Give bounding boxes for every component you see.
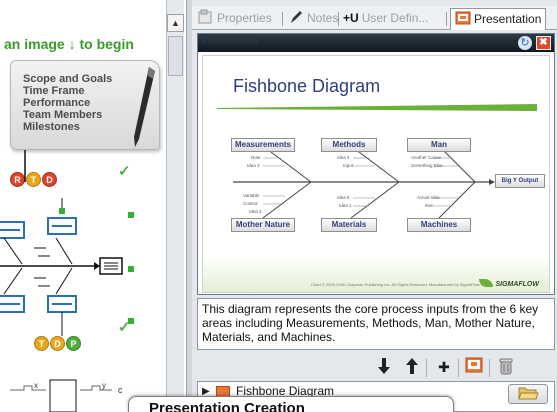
tab-user-defined[interactable]: +U User Defin... <box>343 8 428 30</box>
trash-icon <box>499 358 513 375</box>
category-box: Measurements <box>231 138 295 152</box>
cause-label: Another Cause <box>411 155 442 160</box>
category-box: Man <box>407 138 471 152</box>
cause-label: Something Else <box>411 163 443 168</box>
cause-label: Idea 2 <box>249 209 262 214</box>
charter-item: Scope and Goals <box>23 73 113 85</box>
instruction-text: an image ↓ to begin <box>4 36 134 52</box>
tab-divider <box>282 12 283 26</box>
tab-properties[interactable]: Properties <box>198 8 272 30</box>
tab-divider <box>338 12 339 26</box>
category-box: Materials <box>321 218 377 232</box>
arrow-up-icon <box>406 358 418 374</box>
properties-icon <box>198 9 212 24</box>
folder-open-icon <box>518 387 539 400</box>
arrow-down-icon <box>378 358 390 374</box>
presentation-icon <box>455 11 471 25</box>
tab-presentation[interactable]: Presentation <box>450 8 547 30</box>
cause-label: Input <box>343 163 354 168</box>
sigmaflow-logo: SIGMAFLOW <box>479 279 539 288</box>
flow-label-y: y <box>102 381 106 390</box>
vertical-scrollbar[interactable]: ▲ <box>166 0 184 412</box>
scroll-thumb[interactable] <box>168 36 183 76</box>
presentation-preview: Presentation ↻ ✖ Fishbone Diagram Measur… <box>197 33 555 295</box>
category-box: Machines <box>407 218 471 232</box>
project-charter-thumbnail[interactable]: Scope and Goals Time Frame Performance T… <box>10 60 160 150</box>
cause-label: Control <box>243 201 258 206</box>
charter-item: Performance <box>23 97 91 109</box>
category-box: Mother Nature <box>231 218 295 232</box>
pencil-icon <box>291 11 302 23</box>
cause-label: Actual Idea <box>417 195 440 200</box>
flow-label-c: c <box>118 385 123 395</box>
logo-text: SIGMAFLOW <box>495 281 539 288</box>
bottom-caption-tab: Presentation Creation <box>128 396 454 412</box>
pen-icon <box>134 67 155 147</box>
user-defined-icon: +U <box>343 11 359 25</box>
delete-slide-button[interactable] <box>495 357 517 379</box>
preview-title: Presentation <box>202 36 259 47</box>
start-presentation-button[interactable] <box>463 357 485 379</box>
refresh-icon[interactable]: ↻ <box>518 36 532 50</box>
charter-item: Time Frame <box>23 85 85 97</box>
presentation-toolbar: ✚ <box>197 354 555 380</box>
charter-item: Milestones <box>23 121 80 133</box>
cause-label: Idea 5 <box>337 195 350 200</box>
cause-label: Note <box>251 155 261 160</box>
fishbone-flowchart-thumbnail[interactable]: x y c <box>0 150 185 412</box>
cause-label: Idea 1 <box>339 203 352 208</box>
toolbar-divider <box>489 359 490 377</box>
tab-notes[interactable]: Notes <box>288 8 338 30</box>
tab-label: User Defin... <box>361 11 429 25</box>
tab-label: Presentation <box>474 12 542 26</box>
cause-label: Idea 3 <box>247 163 260 168</box>
diagram-canvas-pane[interactable]: an image ↓ to begin Scope and Goals Time… <box>0 0 187 412</box>
toolbar-divider <box>458 359 459 377</box>
charter-list: Scope and Goals Time Frame Performance T… <box>23 73 112 133</box>
cause-label: Item <box>425 203 434 208</box>
cause-label: Idea 4 <box>337 155 350 160</box>
category-box: Methods <box>321 138 377 152</box>
slide-preview: Fishbone Diagram Measurements Methods Ma… <box>202 55 550 293</box>
charter-item: Team Members <box>23 109 103 121</box>
sigmaflow-mark-icon <box>479 279 494 287</box>
slide-description[interactable]: This diagram represents the core process… <box>197 298 555 350</box>
tab-label: Notes <box>307 11 339 25</box>
preview-titlebar: Presentation ↻ ✖ <box>198 34 554 52</box>
effect-box: Big Y Output <box>495 174 545 188</box>
flow-label-x: x <box>34 381 38 390</box>
panel-tab-bar: Properties Notes +U User Defin... Present… <box>192 6 557 30</box>
toolbar-divider <box>426 359 427 377</box>
slide-copyright: Chart © 2005-2006 Chapman Publishing Inc… <box>311 282 488 287</box>
scroll-up-button[interactable]: ▲ <box>167 14 184 32</box>
open-folder-button[interactable] <box>508 384 548 404</box>
tab-divider <box>446 12 447 26</box>
presentation-icon <box>465 357 483 373</box>
close-icon[interactable]: ✖ <box>536 36 551 50</box>
move-up-button[interactable] <box>401 357 423 379</box>
cause-label: Variable <box>243 193 260 198</box>
properties-panel: Properties Notes +U User Defin... Present… <box>192 0 557 412</box>
move-down-button[interactable] <box>373 357 395 379</box>
tab-label: Properties <box>217 11 272 25</box>
add-slide-button[interactable]: ✚ <box>433 357 455 379</box>
